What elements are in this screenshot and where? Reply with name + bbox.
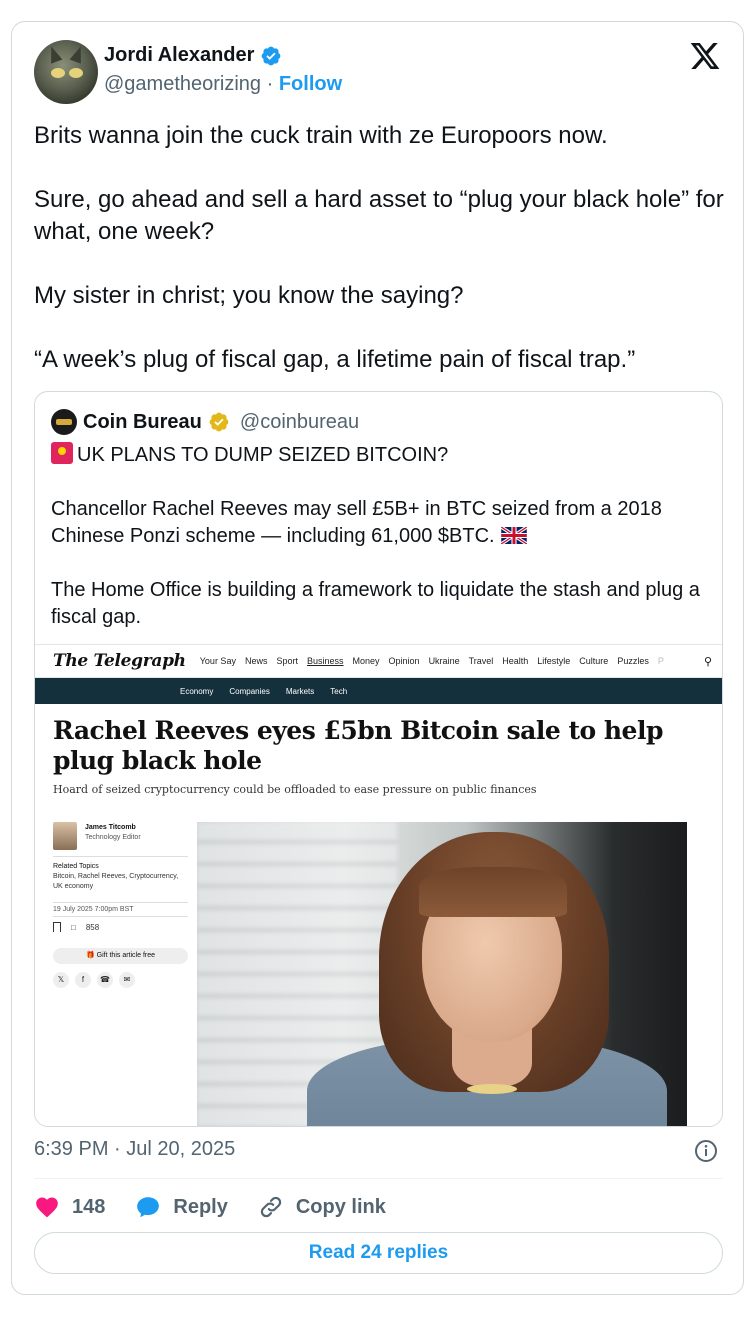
- article-author-name: James Titcomb: [85, 824, 136, 831]
- nav-link: Puzzles: [617, 656, 649, 666]
- gift-article-label: Gift this article free: [96, 952, 156, 959]
- subnav-link: Tech: [330, 686, 348, 696]
- copy-link-label: Copy link: [295, 1195, 386, 1218]
- reply-button[interactable]: Reply: [135, 1194, 228, 1220]
- tweet-timestamp[interactable]: 6:39 PM · Jul 20, 2025: [34, 1138, 235, 1161]
- quoted-body: Chancellor Rachel Reeves may sell £5B+ i…: [51, 498, 662, 547]
- email-share-icon: ✉: [119, 972, 135, 988]
- nav-link: Ukraine: [428, 656, 460, 666]
- tweet-paragraph: Brits wanna join the cuck train with ze …: [34, 122, 608, 149]
- like-count: 148: [72, 1195, 106, 1218]
- related-topics: Related Topics Bitcoin, Rachel Reeves, C…: [53, 862, 188, 892]
- footer-divider: [34, 1178, 723, 1179]
- author-display-name[interactable]: Jordi Alexander: [104, 44, 254, 67]
- quoted-handle[interactable]: @coinbureau: [240, 411, 359, 434]
- quoted-tweet-header: Coin Bureau @coinbureau: [51, 409, 359, 435]
- nav-link: Business: [306, 656, 344, 666]
- article-headline: Rachel Reeves eyes £5bn Bitcoin sale to …: [53, 716, 663, 775]
- tweet-actions: 148 Reply Copy link: [34, 1192, 416, 1222]
- quoted-paragraph: UK PLANS TO DUMP SEIZED BITCOIN?: [51, 442, 711, 469]
- like-button[interactable]: 148: [34, 1194, 105, 1220]
- search-icon: ⚲: [703, 656, 712, 668]
- share-icons: 𝕏 f ☎ ✉: [53, 972, 135, 988]
- facebook-share-icon: f: [75, 972, 91, 988]
- nav-link: Money: [352, 656, 380, 666]
- article-tools: □ 858: [53, 922, 99, 932]
- author-handle-row: @gametheorizing · Follow: [104, 73, 342, 96]
- quoted-paragraph: The Home Office is building a framework …: [51, 579, 700, 628]
- nav-link: Opinion: [388, 656, 420, 666]
- bookmark-icon: [53, 922, 61, 932]
- article-screenshot[interactable]: The Telegraph Your Say News Sport Busine…: [35, 644, 722, 1126]
- related-topics-list: Bitcoin, Rachel Reeves, Cryptocurrency, …: [53, 873, 179, 890]
- avatar-horn-right: [69, 44, 87, 64]
- telegraph-nav-links: Your Say News Sport Business Money Opini…: [200, 656, 664, 666]
- follow-button[interactable]: Follow: [279, 73, 342, 95]
- article-date: 19 July 2025 7:00pm BST: [53, 906, 134, 913]
- comment-count: 858: [85, 922, 100, 932]
- sidebar-divider: [53, 856, 188, 857]
- heart-icon: [36, 1197, 58, 1218]
- quoted-tweet-text: UK PLANS TO DUMP SEIZED BITCOIN? Chancel…: [51, 442, 711, 658]
- nav-link: Your Say: [199, 656, 236, 666]
- telegraph-subnav: Economy Companies Markets Tech: [35, 678, 722, 704]
- nav-link: Travel: [468, 656, 494, 666]
- nav-link: Culture: [579, 656, 609, 666]
- telegraph-nav: The Telegraph Your Say News Sport Busine…: [35, 644, 722, 678]
- info-icon[interactable]: [694, 1139, 718, 1163]
- subnav-link: Economy: [180, 686, 214, 696]
- avatar-eye-right: [69, 68, 83, 78]
- nav-link: Lifestyle: [537, 656, 571, 666]
- article-author-role: Technology Editor: [85, 834, 141, 841]
- nav-link: P: [657, 656, 664, 666]
- link-icon: [260, 1196, 281, 1218]
- tweet-paragraph: Sure, go ahead and sell a hard asset to …: [34, 186, 724, 245]
- author-handle[interactable]: @gametheorizing: [104, 73, 261, 95]
- copy-link-button[interactable]: Copy link: [258, 1194, 386, 1220]
- uk-flag-emoji-icon: [500, 527, 527, 544]
- related-topics-header: Related Topics: [53, 863, 99, 870]
- avatar-horn-left: [45, 44, 63, 64]
- photo-bangs: [419, 867, 567, 917]
- x-logo-icon[interactable]: [689, 40, 721, 72]
- nav-link: Health: [502, 656, 529, 666]
- reply-label: Reply: [173, 1195, 228, 1218]
- article-author-photo: [53, 822, 77, 850]
- quoted-display-name[interactable]: Coin Bureau: [83, 411, 202, 434]
- x-share-icon: 𝕏: [53, 972, 69, 988]
- photo-necklace: [467, 1084, 517, 1094]
- subnav-link: Markets: [285, 686, 315, 696]
- verified-badge-icon: [262, 46, 281, 65]
- tweet-paragraph: “A week’s plug of fiscal gap, a lifetime…: [34, 346, 636, 373]
- handle-separator: ·: [261, 73, 279, 95]
- quoted-paragraph: Chancellor Rachel Reeves may sell £5B+ i…: [51, 496, 711, 550]
- nav-link: News: [244, 656, 268, 666]
- read-replies-button[interactable]: Read 24 replies: [34, 1232, 723, 1274]
- article-photo: [197, 822, 687, 1126]
- tweet-text: Brits wanna join the cuck train with ze …: [34, 120, 724, 376]
- author-avatar[interactable]: [34, 40, 98, 104]
- avatar-eye-left: [51, 68, 65, 78]
- sidebar-divider: [53, 902, 188, 903]
- sidebar-divider: [53, 916, 188, 917]
- coin-bureau-avatar[interactable]: [51, 409, 77, 435]
- gold-verified-badge-icon: [209, 412, 229, 432]
- nav-link: Sport: [276, 656, 298, 666]
- tweet-paragraph: My sister in christ; you know the saying…: [34, 282, 464, 309]
- whatsapp-share-icon: ☎: [97, 972, 113, 988]
- tweet-card: Jordi Alexander @gametheorizing · Follow…: [11, 21, 744, 1295]
- quoted-tweet[interactable]: Coin Bureau @coinbureau UK PLANS TO DUMP…: [34, 391, 723, 1127]
- author-name-row: Jordi Alexander: [104, 44, 282, 67]
- reply-bubble-icon: [137, 1197, 160, 1218]
- siren-emoji-icon: [51, 442, 73, 464]
- subnav-link: Companies: [229, 686, 270, 696]
- telegraph-logo: The Telegraph: [53, 651, 186, 671]
- gift-article-button: 🎁 Gift this article free: [53, 948, 188, 964]
- comment-icon: □: [71, 922, 76, 932]
- quoted-headline: UK PLANS TO DUMP SEIZED BITCOIN?: [77, 444, 449, 466]
- article-standfirst: Hoard of seized cryptocurrency could be …: [53, 783, 537, 796]
